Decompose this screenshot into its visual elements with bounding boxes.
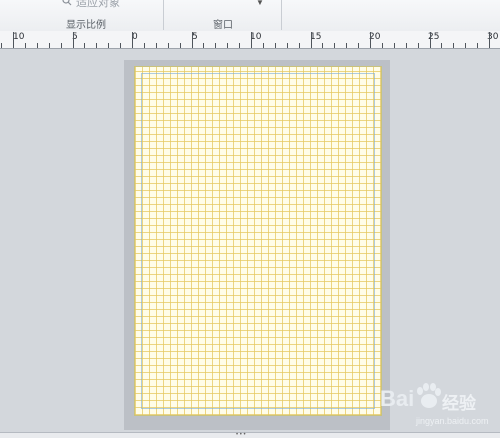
ruler-tick xyxy=(192,32,193,48)
ruler-tick xyxy=(84,43,85,48)
group-separator xyxy=(163,0,164,30)
ruler-tick xyxy=(156,43,157,48)
ruler-tick xyxy=(1,43,2,48)
ruler-tick xyxy=(406,43,407,48)
ruler-tick xyxy=(203,43,204,48)
ruler-tick xyxy=(37,43,38,48)
ribbon: 适应对象 显示比例 窗口 ▼ xyxy=(0,0,500,32)
ruler-tick xyxy=(489,32,490,48)
ruler-tick xyxy=(477,43,478,48)
ruler-tick xyxy=(322,43,323,48)
ruler-tick xyxy=(25,43,26,48)
ruler-tick xyxy=(168,43,169,48)
ruler-tick xyxy=(180,43,181,48)
ruler-tick xyxy=(441,43,442,48)
ruler-tick xyxy=(239,43,240,48)
ruler-tick xyxy=(275,43,276,48)
window-group-label: 窗口 xyxy=(213,20,233,31)
resize-grip-icon[interactable]: • • • xyxy=(236,432,246,438)
watermark-suffix: 经验 xyxy=(442,394,476,413)
drawing-canvas[interactable] xyxy=(0,49,500,432)
ruler-tick xyxy=(370,32,371,48)
bottom-status-bar: • • • xyxy=(0,432,500,438)
ruler-tick xyxy=(287,43,288,48)
drawing-page-grid[interactable] xyxy=(134,66,382,416)
window-dropdown-arrow-icon[interactable]: ▼ xyxy=(256,0,264,7)
ruler-tick xyxy=(299,43,300,48)
horizontal-ruler[interactable]: 10 5 0 5 10 15 20 25 30 xyxy=(0,31,500,49)
ruler-label: 10 xyxy=(13,32,25,42)
ruler-tick xyxy=(358,43,359,48)
ruler-tick xyxy=(49,43,50,48)
watermark-url: jingyan.baidu.com xyxy=(416,416,489,426)
ruler-tick xyxy=(108,43,109,48)
ruler-tick xyxy=(453,43,454,48)
ruler-tick xyxy=(144,43,145,48)
watermark-brand: Bai xyxy=(380,386,415,411)
ruler-tick xyxy=(96,43,97,48)
ruler-tick xyxy=(311,32,312,48)
ruler-tick xyxy=(120,43,121,48)
zoom-group-label: 显示比例 xyxy=(66,20,106,31)
ruler-tick xyxy=(215,43,216,48)
ruler-tick xyxy=(346,43,347,48)
fit-to-object-button[interactable]: 适应对象 xyxy=(76,0,120,10)
page-margin-guide xyxy=(141,73,375,409)
baidu-watermark: Bai 经验 jingyan.baidu.com xyxy=(380,382,498,432)
ruler-tick xyxy=(263,43,264,48)
ruler-tick xyxy=(251,32,252,48)
paw-icon xyxy=(414,382,442,417)
ruler-tick xyxy=(61,43,62,48)
ruler-tick xyxy=(394,43,395,48)
ruler-tick xyxy=(418,43,419,48)
zoom-icon[interactable] xyxy=(62,0,74,6)
ruler-tick xyxy=(430,32,431,48)
ruler-tick xyxy=(382,43,383,48)
ruler-tick xyxy=(334,43,335,48)
group-separator xyxy=(281,0,282,30)
ruler-tick xyxy=(73,32,74,48)
ruler-tick xyxy=(13,32,14,48)
ruler-tick xyxy=(132,32,133,48)
ruler-tick xyxy=(227,43,228,48)
ruler-tick xyxy=(465,43,466,48)
